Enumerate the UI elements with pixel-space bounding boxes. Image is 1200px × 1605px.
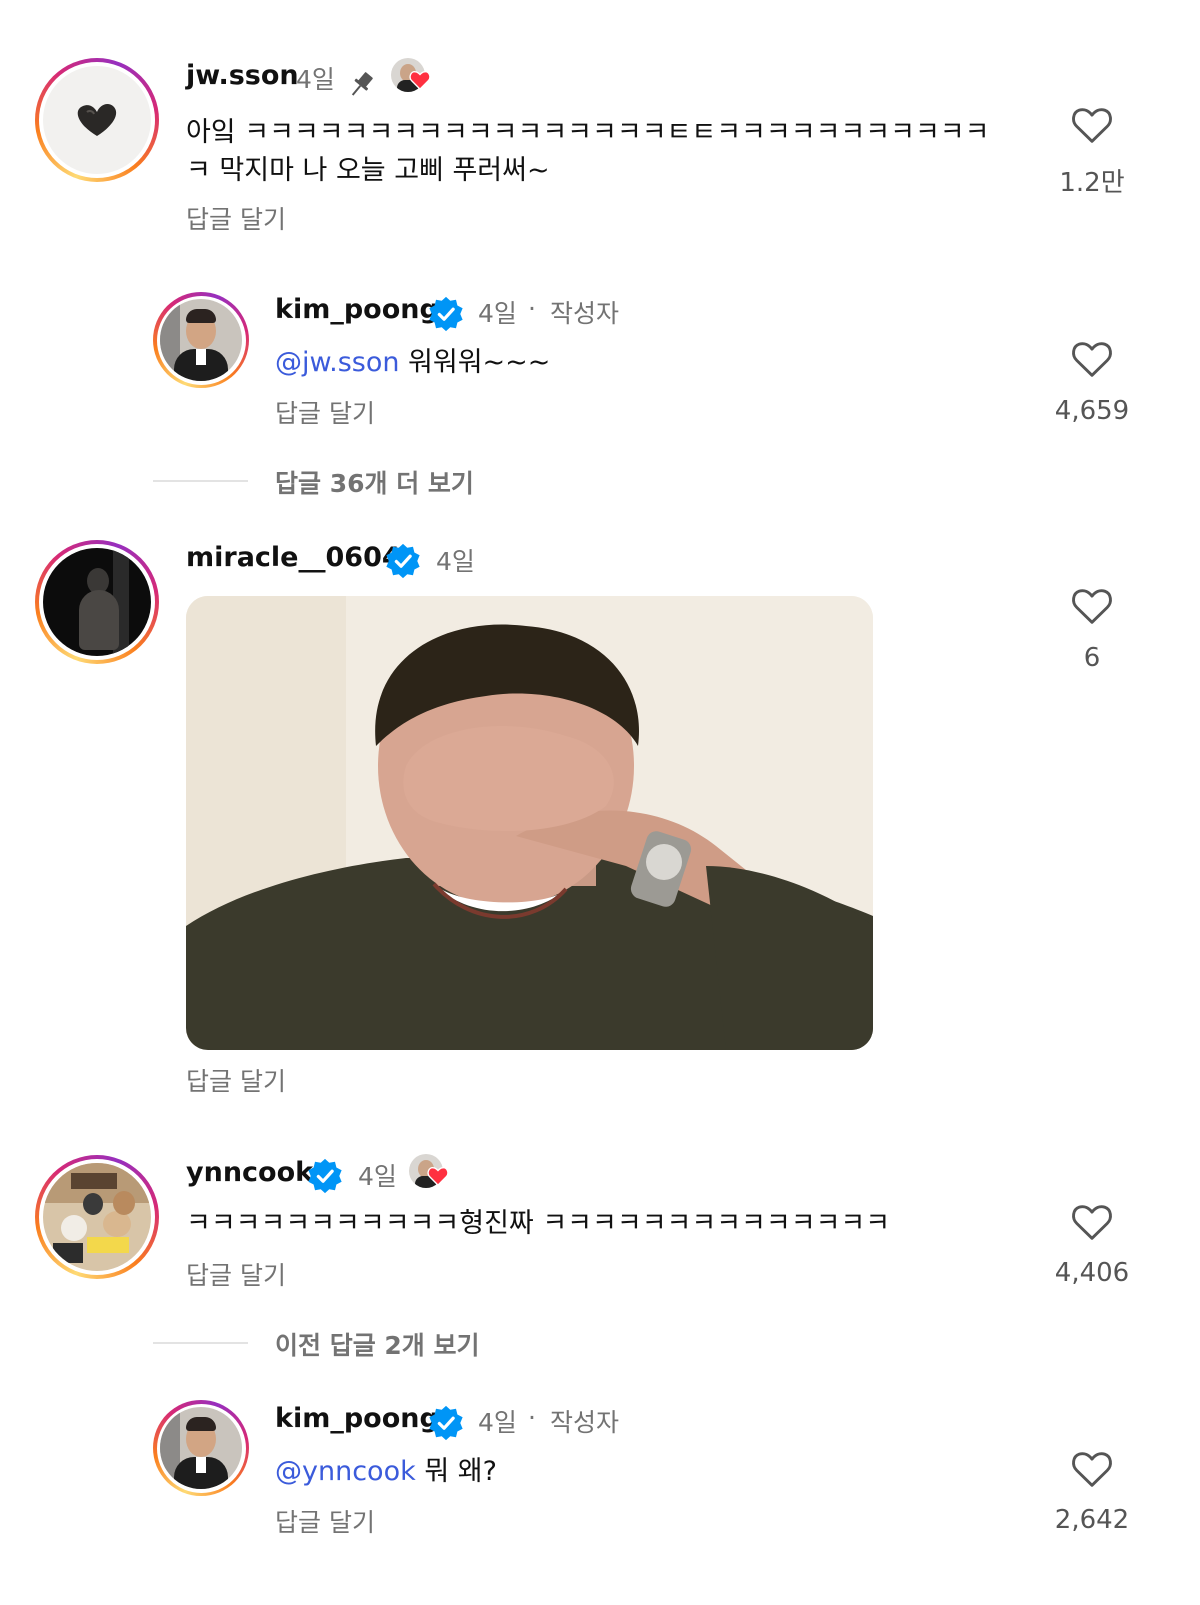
like-count: 1.2만 [1059, 168, 1125, 198]
mention-link[interactable]: @ynncook [275, 1456, 416, 1487]
heart-outline-icon[interactable] [1070, 585, 1114, 625]
heart-outline-icon[interactable] [1070, 338, 1114, 378]
comment-username[interactable]: miracle__0604 [186, 542, 401, 573]
comment-time: 4일 [478, 1408, 517, 1437]
like-button[interactable] [1052, 585, 1132, 629]
comment-username[interactable]: kim_poong [275, 294, 439, 325]
mention-link[interactable]: @jw.sson [275, 347, 399, 378]
view-previous-replies-label[interactable]: 이전 답글 2개 보기 [275, 1326, 480, 1362]
avatar[interactable] [153, 292, 249, 388]
author-liked-avatar-icon [409, 1154, 449, 1194]
author-label: 작성자 [550, 1408, 620, 1437]
divider [153, 480, 248, 482]
comment-text: @ynncook 뭐 왜? [275, 1453, 497, 1491]
comment-username[interactable]: ynncook [186, 1157, 313, 1188]
comment-time: 4일 [358, 1162, 397, 1191]
comment-username[interactable]: jw.sson [186, 60, 299, 91]
reply-button[interactable]: 답글 달기 [186, 1256, 286, 1292]
divider [153, 1342, 248, 1344]
avatar[interactable] [35, 1155, 159, 1279]
comment-text: ㅋㅋㅋㅋㅋㅋㅋㅋㅋㅋㅋ형진짜 ㅋㅋㅋㅋㅋㅋㅋㅋㅋㅋㅋㅋㅋㅋ [186, 1208, 891, 1239]
comment-username[interactable]: kim_poong [275, 1403, 439, 1434]
comment-text: 아잌 ㅋㅋㅋㅋㅋㅋㅋㅋㅋㅋㅋㅋㅋㅋㅋㅋㅋㅌㅌㅋㅋㅋㅋㅋㅋㅋㅋㅋㅋㅋㅋ 막지마 나… [186, 117, 990, 186]
reply-button[interactable]: 답글 달기 [275, 394, 375, 430]
comment-gif-image[interactable] [186, 596, 873, 1050]
like-button[interactable] [1052, 338, 1132, 382]
pin-icon [351, 72, 373, 96]
comment-time: 4일 [478, 299, 517, 328]
like-button[interactable] [1052, 104, 1132, 148]
separator-dot: · [528, 294, 536, 323]
comment-time: 4일 [296, 65, 335, 94]
comment-text: @jw.sson 워워워~~~ [275, 344, 550, 382]
like-button[interactable] [1052, 1201, 1132, 1245]
comment-text-body: 워워워~~~ [399, 347, 551, 378]
like-count: 4,406 [1054, 1258, 1130, 1288]
heart-outline-icon[interactable] [1070, 104, 1114, 144]
verified-badge-icon [308, 1158, 342, 1194]
verified-badge-icon [429, 1405, 463, 1441]
author-label: 작성자 [550, 299, 620, 328]
reply-button[interactable]: 답글 달기 [186, 1062, 286, 1098]
reply-button[interactable]: 답글 달기 [275, 1503, 375, 1539]
like-count: 2,642 [1054, 1505, 1130, 1535]
laughing-man-image [186, 596, 873, 1050]
like-count: 4,659 [1054, 396, 1130, 426]
comment-text-body: 뭐 왜? [415, 1456, 497, 1487]
heart-outline-icon[interactable] [1070, 1448, 1114, 1488]
like-button[interactable] [1052, 1448, 1132, 1492]
heart-outline-icon[interactable] [1070, 1201, 1114, 1241]
heart-stone-avatar-icon [77, 103, 117, 136]
author-liked-avatar-icon [391, 58, 431, 98]
comment-time: 4일 [436, 547, 475, 576]
avatar[interactable] [35, 58, 159, 182]
verified-badge-icon [429, 296, 463, 332]
separator-dot: · [528, 1403, 536, 1432]
view-more-replies-label[interactable]: 답글 36개 더 보기 [275, 464, 474, 500]
reply-button[interactable]: 답글 달기 [186, 200, 286, 236]
verified-badge-icon [386, 543, 420, 579]
like-count: 6 [1083, 643, 1101, 673]
avatar[interactable] [153, 1400, 249, 1496]
avatar[interactable] [35, 540, 159, 664]
